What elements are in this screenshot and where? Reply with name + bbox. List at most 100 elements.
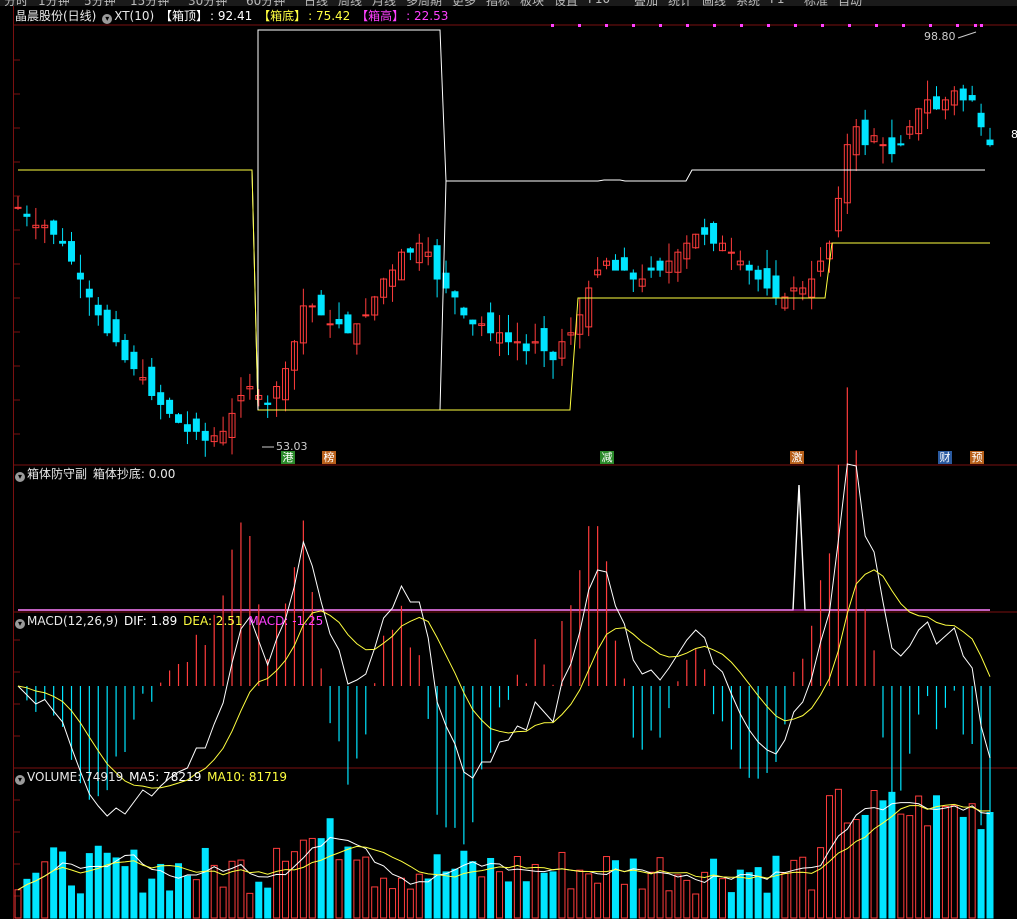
signal-dot bbox=[980, 24, 983, 27]
volume-bar bbox=[371, 886, 379, 919]
volume-bar bbox=[522, 881, 530, 919]
volume-bar bbox=[76, 893, 84, 919]
volume-bar bbox=[50, 847, 58, 919]
volume-bar bbox=[977, 829, 985, 919]
volume-bar bbox=[843, 822, 851, 919]
event-tag[interactable]: 预 bbox=[970, 451, 984, 464]
candle-down bbox=[157, 392, 165, 405]
event-tag[interactable]: 激 bbox=[790, 451, 804, 464]
volume-bar bbox=[273, 847, 281, 919]
event-tag[interactable]: 财 bbox=[938, 451, 952, 464]
sub1-header: ▾ 箱体防守副 箱体抄底: 0.00 bbox=[15, 466, 177, 482]
volume-bar bbox=[808, 889, 816, 919]
volume-bar bbox=[139, 892, 147, 919]
volume-bar bbox=[763, 892, 771, 919]
signal-dot bbox=[767, 24, 770, 27]
volume-bar bbox=[888, 791, 896, 919]
volume-bar bbox=[442, 871, 450, 919]
candle-down bbox=[549, 351, 557, 361]
price-edge-label: 8 bbox=[1011, 128, 1017, 141]
signal-dot bbox=[956, 24, 959, 27]
volume-bar bbox=[932, 795, 940, 919]
volume-bar bbox=[603, 856, 611, 919]
volume-header: ▾ VOLUME: 74919 MA5: 78219 MA10: 81719 bbox=[15, 769, 289, 785]
chevron-down-icon[interactable]: ▾ bbox=[15, 619, 25, 629]
sub1-name[interactable]: 箱体防守副 bbox=[27, 467, 87, 481]
volume-bar bbox=[228, 860, 236, 919]
event-tag[interactable]: 港 bbox=[281, 451, 295, 464]
volume-bar bbox=[41, 861, 49, 919]
event-tag[interactable]: 减 bbox=[600, 451, 614, 464]
candle-down bbox=[130, 351, 138, 370]
volume-bar bbox=[317, 838, 325, 919]
volume-bar bbox=[380, 877, 388, 919]
sub1-line bbox=[18, 484, 990, 611]
volume-bar bbox=[692, 893, 700, 919]
candle-down bbox=[85, 288, 93, 298]
candle-up bbox=[879, 144, 887, 147]
volume-bar bbox=[968, 803, 976, 919]
candle-down bbox=[487, 312, 495, 334]
volume-bar bbox=[335, 859, 343, 919]
candle-down bbox=[451, 291, 459, 298]
volume-bar bbox=[201, 847, 209, 919]
volume-bar bbox=[790, 859, 798, 919]
volume-bar bbox=[897, 813, 905, 919]
signal-dot bbox=[578, 24, 581, 27]
volume-bar bbox=[94, 845, 102, 919]
chevron-down-icon[interactable]: ▾ bbox=[15, 775, 25, 785]
box-top-line bbox=[18, 169, 985, 411]
volume-bar bbox=[175, 863, 183, 919]
candle-down bbox=[460, 307, 468, 316]
candle-down bbox=[148, 366, 156, 396]
dea-line bbox=[17, 569, 991, 789]
volume-bar bbox=[950, 805, 958, 919]
signal-dot bbox=[632, 24, 635, 27]
volume-bar bbox=[59, 851, 67, 919]
box-top-upper bbox=[257, 29, 447, 410]
chevron-down-icon[interactable]: ▾ bbox=[15, 472, 25, 482]
signal-dot bbox=[794, 24, 797, 27]
volume-bar bbox=[344, 846, 352, 919]
candle-down bbox=[112, 319, 120, 343]
volume-bar bbox=[424, 878, 432, 919]
volume-bar bbox=[478, 876, 486, 919]
candle-down bbox=[50, 220, 58, 235]
volume-bar bbox=[264, 887, 272, 919]
candle-down bbox=[897, 143, 905, 146]
volume-bar bbox=[299, 839, 307, 919]
candle-down bbox=[183, 424, 191, 432]
stock-title[interactable]: 晶晨股份(日线) bbox=[15, 9, 96, 23]
volume-bar bbox=[629, 858, 637, 919]
event-tag[interactable]: 榜 bbox=[322, 451, 336, 464]
candle-down bbox=[754, 269, 762, 280]
macd-name[interactable]: MACD(12,26,9) bbox=[27, 614, 118, 628]
volume-name[interactable]: VOLUME: 74919 bbox=[27, 770, 123, 784]
candle-down bbox=[611, 259, 619, 271]
volume-bar bbox=[665, 890, 673, 919]
candle-down bbox=[932, 96, 940, 110]
volume-bar bbox=[504, 881, 512, 919]
box-bottom-line bbox=[18, 169, 990, 411]
candle-down bbox=[522, 343, 530, 352]
candle-down bbox=[620, 257, 628, 271]
volume-bar bbox=[148, 878, 156, 919]
candle-down bbox=[192, 418, 200, 432]
chevron-down-icon[interactable]: ▾ bbox=[102, 14, 113, 24]
volume-bar bbox=[701, 871, 709, 919]
signal-dot bbox=[848, 24, 851, 27]
box-top-label: 【箱顶】 bbox=[160, 9, 209, 23]
volume-bar bbox=[121, 866, 129, 919]
volume-bar bbox=[638, 888, 646, 919]
candle-down bbox=[175, 414, 183, 423]
volume-bar bbox=[23, 878, 31, 919]
volume-bar bbox=[861, 814, 869, 919]
high-arrow bbox=[957, 31, 977, 39]
volume-bar bbox=[255, 881, 263, 919]
candle-down bbox=[121, 339, 129, 361]
volume-bar bbox=[576, 869, 584, 919]
signal-dot bbox=[551, 24, 554, 27]
candle-down bbox=[94, 304, 102, 316]
indicator-name[interactable]: XT(10) bbox=[114, 9, 154, 23]
volume-bar bbox=[362, 856, 370, 919]
